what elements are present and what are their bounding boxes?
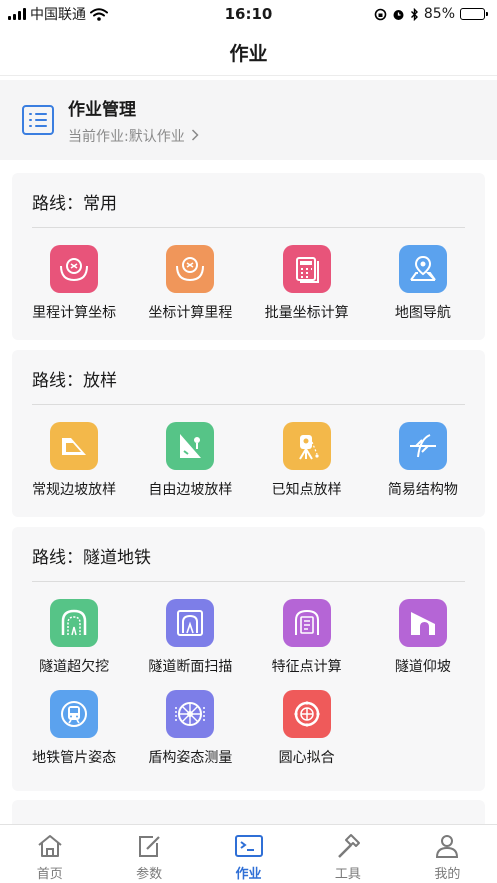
circle-fit-icon: [282, 690, 331, 738]
section-stakeout: 路线：放样 常规边坡放样 自由边坡放样 已知点放样 简易结构物: [12, 350, 485, 517]
tool-label: 地图导航: [394, 305, 451, 321]
free-slope-icon: [166, 422, 215, 470]
tool-label: 地铁管片姿态: [32, 750, 117, 766]
terminal-icon: [234, 835, 263, 857]
section-common: 路线：常用 里程计算坐标 坐标计算里程 批量坐标计算 地图导航: [12, 173, 485, 340]
tab-home[interactable]: 首页: [0, 825, 99, 883]
wifi-icon: [90, 7, 108, 21]
section-grid: 常规边坡放样 自由边坡放样 已知点放样 简易结构物: [16, 422, 481, 499]
mileage-to-coord-icon: [50, 245, 99, 293]
feature-point-icon: [282, 599, 331, 647]
map-navigation-icon: [398, 245, 447, 293]
job-text: 作业管理 当前作业:默认作业: [68, 95, 199, 146]
tab-label: 参数: [136, 867, 163, 882]
tool-mileage-to-coord[interactable]: 里程计算坐标: [16, 245, 132, 322]
page-title: 作业: [0, 30, 497, 76]
tool-simple-structure[interactable]: 简易结构物: [365, 422, 481, 499]
tool-label: 特征点计算: [271, 659, 342, 675]
tunnel-overbreak-icon: [50, 599, 99, 647]
tool-label: 批量坐标计算: [264, 305, 349, 321]
carrier-name: 中国联通: [30, 7, 86, 23]
job-subtitle-row: 当前作业:默认作业: [68, 126, 199, 146]
tab-tools[interactable]: 工具: [298, 825, 397, 883]
job-title: 作业管理: [68, 99, 136, 120]
chevron-right-icon: [192, 128, 199, 141]
tool-tunnel-section-scan[interactable]: 隧道断面扫描: [132, 599, 248, 676]
tab-me[interactable]: 我的: [398, 825, 497, 883]
batch-calc-icon: [282, 245, 331, 293]
tool-metro-segment[interactable]: 地铁管片姿态: [16, 690, 132, 767]
tunnel-section-scan-icon: [166, 599, 215, 647]
rotation-lock-icon: [374, 8, 387, 20]
tool-label: 隧道超欠挖: [39, 659, 110, 675]
job-management-card[interactable]: 作业管理 当前作业:默认作业: [0, 80, 497, 160]
simple-structure-icon: [398, 422, 447, 470]
tool-tunnel-slope[interactable]: 隧道仰坡: [365, 599, 481, 676]
tool-label: 隧道仰坡: [394, 659, 451, 675]
tool-label: 隧道断面扫描: [148, 659, 233, 675]
section-divider: [32, 227, 465, 228]
hammer-icon: [338, 834, 360, 858]
tool-label: 简易结构物: [387, 482, 458, 498]
status-bar: 中国联通 16:10 85%: [0, 0, 497, 28]
alarm-icon: [393, 9, 404, 20]
section-divider: [32, 581, 465, 582]
section-title: 路线：放样: [32, 371, 117, 391]
tab-label: 工具: [334, 867, 361, 882]
shield-attitude-icon: [166, 690, 215, 738]
status-right: 85%: [374, 6, 488, 22]
tool-label: 坐标计算里程: [148, 305, 233, 321]
tool-tunnel-overbreak[interactable]: 隧道超欠挖: [16, 599, 132, 676]
bluetooth-icon: [410, 7, 418, 21]
section-title: 路线：隧道地铁: [32, 548, 151, 568]
battery-icon: [460, 8, 488, 20]
home-icon: [38, 835, 62, 857]
tool-feature-point[interactable]: 特征点计算: [249, 599, 365, 676]
tool-free-slope[interactable]: 自由边坡放样: [132, 422, 248, 499]
tab-label: 首页: [36, 867, 63, 882]
job-subtitle: 当前作业:默认作业: [68, 128, 185, 145]
section-divider: [32, 404, 465, 405]
tab-jobs[interactable]: 作业: [199, 825, 298, 883]
section-title: 路线：常用: [32, 194, 117, 214]
section-grid: 里程计算坐标 坐标计算里程 批量坐标计算 地图导航: [16, 245, 481, 322]
known-point-icon: [282, 422, 331, 470]
tool-circle-fit[interactable]: 圆心拟合: [249, 690, 365, 767]
tool-label: 常规边坡放样: [32, 482, 117, 498]
signal-icon: [8, 8, 26, 20]
user-icon: [436, 835, 459, 858]
tunnel-slope-icon: [398, 599, 447, 647]
edit-icon: [139, 836, 160, 857]
tool-label: 里程计算坐标: [32, 305, 117, 321]
tab-bar: 首页 参数 作业 工具 我的: [0, 824, 497, 883]
section-grid: 隧道超欠挖 隧道断面扫描 特征点计算 隧道仰坡 地铁管片姿态 盾构姿态测量 圆心…: [16, 599, 481, 767]
tool-known-point[interactable]: 已知点放样: [249, 422, 365, 499]
tool-batch-calc[interactable]: 批量坐标计算: [249, 245, 365, 322]
tab-label: 我的: [434, 867, 461, 882]
tool-label: 圆心拟合: [278, 750, 335, 766]
tool-coord-to-mileage[interactable]: 坐标计算里程: [132, 245, 248, 322]
tool-map-navigation[interactable]: 地图导航: [365, 245, 481, 322]
tool-label: 已知点放样: [271, 482, 342, 498]
regular-slope-icon: [50, 422, 99, 470]
coord-to-mileage-icon: [166, 245, 215, 293]
tab-label: 作业: [235, 867, 262, 882]
status-left: 中国联通: [8, 4, 108, 24]
section-tunnel-metro: 路线：隧道地铁 隧道超欠挖 隧道断面扫描 特征点计算 隧道仰坡 地铁管片姿态 盾…: [12, 527, 485, 791]
tool-shield-attitude[interactable]: 盾构姿态测量: [132, 690, 248, 767]
list-icon: [22, 105, 54, 135]
metro-segment-icon: [50, 690, 99, 738]
tool-label: 自由边坡放样: [148, 482, 233, 498]
tab-params[interactable]: 参数: [99, 825, 198, 883]
tool-regular-slope[interactable]: 常规边坡放样: [16, 422, 132, 499]
tool-label: 盾构姿态测量: [148, 750, 233, 766]
battery-percent: 85%: [423, 6, 455, 22]
